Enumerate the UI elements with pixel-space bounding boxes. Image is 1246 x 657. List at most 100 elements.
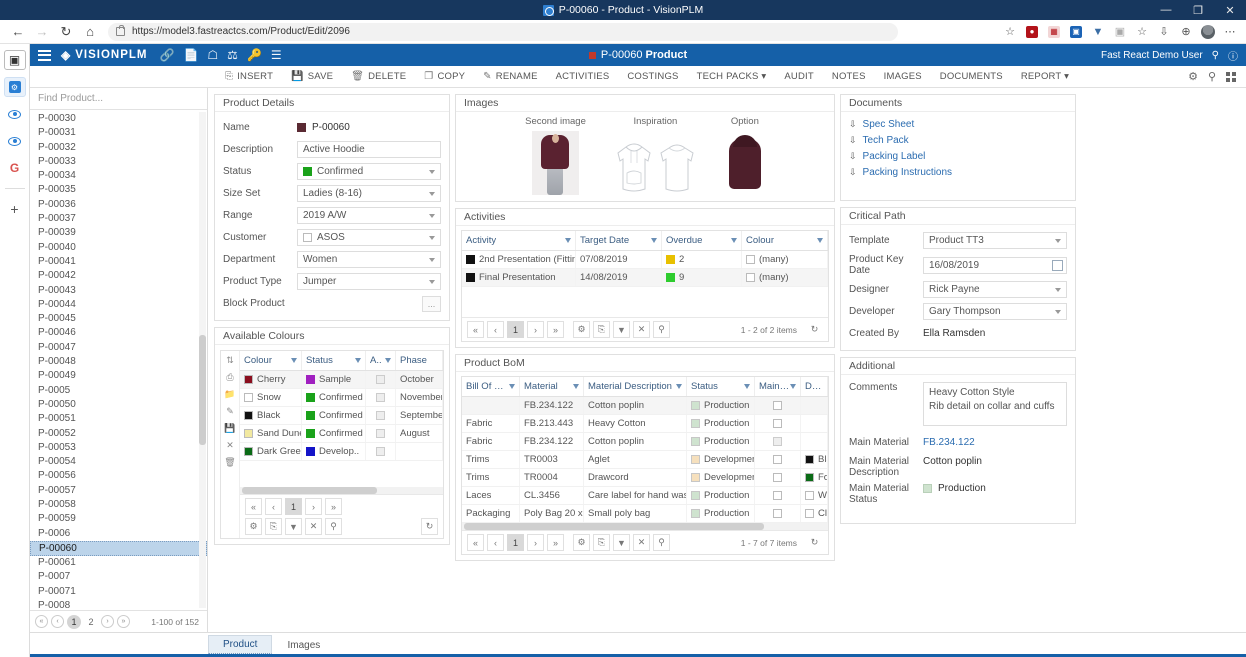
colour-row[interactable]: Dark Green Develop.. (240, 443, 443, 461)
col-target-date[interactable]: Target Date (576, 231, 662, 250)
product-list-item[interactable]: P-00054 (30, 455, 207, 469)
product-list-item[interactable]: P-00048 (30, 355, 207, 369)
product-list-item[interactable]: P-00045 (30, 312, 207, 326)
colour-row[interactable]: Black Confirmed September (240, 407, 443, 425)
department-dropdown[interactable]: Women (297, 251, 441, 268)
comments-textarea[interactable]: Heavy Cotton Style Rib detail on collar a… (923, 382, 1067, 426)
window-controls[interactable]: — ❐ ✕ (1150, 0, 1246, 20)
audit-button[interactable]: AUDIT (775, 66, 823, 88)
panel-toggle-icon[interactable]: ▣ (3, 50, 26, 70)
bom-first-button[interactable]: « (467, 534, 484, 551)
product-list-item[interactable]: P-00033 (30, 155, 207, 169)
main-checkbox[interactable] (773, 419, 782, 428)
new-icon[interactable]: ⎙ (226, 372, 233, 383)
filter-icon[interactable] (573, 384, 579, 389)
col-status[interactable]: Status (687, 377, 755, 396)
menu-icon[interactable] (38, 49, 51, 61)
list-icon[interactable]: ☰ (271, 48, 282, 62)
col-bill-of-materials[interactable]: Bill Of Mater... (462, 377, 520, 396)
eye-tab-2-icon[interactable] (4, 131, 26, 151)
pager-first-button[interactable]: « (35, 615, 48, 628)
product-list-item[interactable]: P-00050 (30, 398, 207, 412)
product-list-item[interactable]: P-00047 (30, 341, 207, 355)
filter-icon[interactable] (651, 238, 657, 243)
bom-row[interactable]: Fabric FB.213.443 Heavy Cotton Production (462, 415, 828, 433)
document-link[interactable]: ⇩ Packing Label (849, 151, 1067, 162)
avatar[interactable] (1198, 23, 1218, 41)
home-icon[interactable]: ⌂ (78, 22, 102, 42)
search-icon[interactable]: ⚲ (653, 534, 670, 551)
filter-icon[interactable] (731, 238, 737, 243)
link-icon[interactable]: 🔗 (160, 48, 175, 62)
activity-row[interactable]: Final Presentation 14/08/2019 9 (many) (462, 269, 828, 287)
vision-plm-tab-icon[interactable]: ⚙ (3, 77, 26, 97)
gear-icon[interactable]: ⚙ (573, 534, 590, 551)
reload-icon[interactable]: ↻ (54, 22, 78, 42)
product-list-item[interactable]: P-00030 (30, 112, 207, 126)
template-dropdown[interactable]: Product TT3 (923, 232, 1067, 249)
garment-photo[interactable] (725, 135, 765, 195)
edit-icon[interactable]: ✎ (226, 406, 234, 417)
product-list-item[interactable]: P-0007 (30, 570, 207, 584)
colours-first-button[interactable]: « (245, 498, 262, 515)
colours-last-button[interactable]: » (325, 498, 342, 515)
bom-row[interactable]: TrimsTR0004Drawcord Development Fore (462, 469, 828, 487)
export-icon[interactable]: ⎘ (593, 534, 610, 551)
export-icon[interactable]: ⎘ (593, 321, 610, 338)
calendar-icon[interactable] (1052, 259, 1063, 271)
search-icon[interactable]: ⚲ (1212, 50, 1219, 61)
activities-page-number[interactable]: 1 (507, 321, 524, 338)
gear-icon[interactable]: ⚙ (1188, 70, 1198, 83)
block-product-browse-button[interactable]: ... (422, 295, 441, 312)
bom-last-button[interactable]: » (547, 534, 564, 551)
close-button[interactable]: ✕ (1214, 0, 1246, 20)
search-icon[interactable]: ⚲ (325, 518, 342, 535)
refresh-icon[interactable]: ↻ (421, 518, 438, 535)
bom-row[interactable]: Fabric FB.234.122 Cotton poplin Production (462, 433, 828, 451)
filter-icon[interactable] (509, 384, 515, 389)
downloads-icon[interactable]: ⇩ (1154, 23, 1174, 41)
refresh-icon[interactable]: ↻ (806, 534, 823, 551)
bookmark-extension-icon[interactable]: ▣ (1066, 23, 1086, 41)
customer-dropdown[interactable]: ASOS (297, 229, 441, 246)
colours-prev-button[interactable]: ‹ (265, 498, 282, 515)
new-tab-icon[interactable]: + (4, 199, 26, 219)
description-input[interactable]: Active Hoodie (297, 141, 441, 158)
delete-icon[interactable]: 🗑 (224, 457, 235, 468)
col-main[interactable]: Main ... (755, 377, 801, 396)
folder-icon[interactable]: 📁 (224, 389, 235, 400)
image-second[interactable]: Second image (525, 116, 586, 195)
tab-images[interactable]: Images (272, 636, 335, 654)
product-list-item[interactable]: P-00037 (30, 212, 207, 226)
gear-icon[interactable]: ⚙ (573, 321, 590, 338)
col-material-description[interactable]: Material Description (584, 377, 687, 396)
product-list-item[interactable]: P-00053 (30, 441, 207, 455)
activities-last-button[interactable]: » (547, 321, 564, 338)
pager-next-button[interactable]: › (101, 615, 114, 628)
tech-packs-button[interactable]: TECH PACKS ▾ (688, 66, 776, 88)
product-key-date-input[interactable]: 16/08/2019 (923, 256, 1067, 274)
colours-page-number[interactable]: 1 (285, 498, 302, 515)
product-list-item[interactable]: P-00057 (30, 484, 207, 498)
key-icon[interactable]: 🔑 (247, 48, 262, 62)
product-list-item[interactable]: P-00071 (30, 585, 207, 599)
document-icon[interactable]: 📄 (183, 48, 198, 62)
product-list-scroll[interactable]: P-00030 P-00031 P-00032 P-00033 P-00034 P-000… (30, 110, 207, 610)
col-status[interactable]: Status (302, 351, 366, 370)
product-list-item[interactable]: P-00058 (30, 498, 207, 512)
pager-page-2[interactable]: 2 (84, 615, 98, 629)
product-list-item[interactable]: P-0006 (30, 527, 207, 541)
product-list-item[interactable]: P-00035 (30, 183, 207, 197)
forward-icon[interactable]: → (30, 22, 54, 42)
col-colour[interactable]: Colour (742, 231, 828, 250)
product-list-item[interactable]: P-00031 (30, 126, 207, 140)
gear-icon[interactable]: ⚙ (245, 518, 262, 535)
product-list-item[interactable]: P-00059 (30, 512, 207, 526)
zoom-icon[interactable]: ⚲ (1208, 70, 1216, 83)
images-button[interactable]: IMAGES (875, 66, 931, 88)
product-list-item[interactable]: P-00039 (30, 226, 207, 240)
maximize-button[interactable]: ❐ (1182, 0, 1214, 20)
activities-first-button[interactable]: « (467, 321, 484, 338)
product-list-item[interactable]: P-0008 (30, 599, 207, 610)
more-menu-icon[interactable]: ⋯ (1220, 23, 1240, 41)
